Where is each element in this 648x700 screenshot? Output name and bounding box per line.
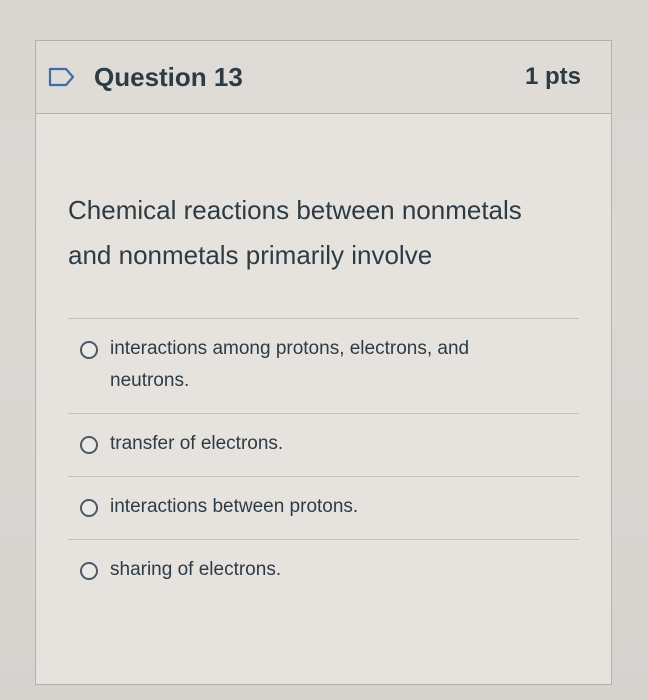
answer-option[interactable]: sharing of electrons. — [68, 540, 579, 602]
question-points: 1 pts — [524, 63, 581, 90]
radio-button[interactable] — [80, 436, 98, 454]
answer-option[interactable]: transfer of electrons. — [68, 414, 579, 477]
question-title: Question 13 — [94, 61, 243, 92]
flag-question-icon[interactable] — [48, 65, 78, 89]
question-card: Question 13 1 pts Chemical reactions bet… — [35, 40, 612, 685]
answer-label: sharing of electrons. — [110, 559, 282, 580]
answer-label: interactions among protons, electrons, a… — [110, 338, 470, 391]
radio-button[interactable] — [80, 562, 98, 580]
question-header: Question 13 1 pts — [36, 41, 611, 114]
radio-button[interactable] — [80, 341, 98, 359]
answer-label: interactions between protons. — [110, 496, 359, 517]
answer-option[interactable]: interactions among protons, electrons, a… — [68, 319, 579, 414]
answer-list: interactions among protons, electrons, a… — [68, 318, 579, 602]
answer-label: transfer of electrons. — [110, 433, 284, 454]
question-text: Chemical reactions between nonmetals and… — [68, 195, 522, 270]
question-body: Chemical reactions between nonmetals and… — [36, 114, 611, 602]
answer-option[interactable]: interactions between protons. — [68, 477, 579, 540]
radio-button[interactable] — [80, 499, 98, 517]
